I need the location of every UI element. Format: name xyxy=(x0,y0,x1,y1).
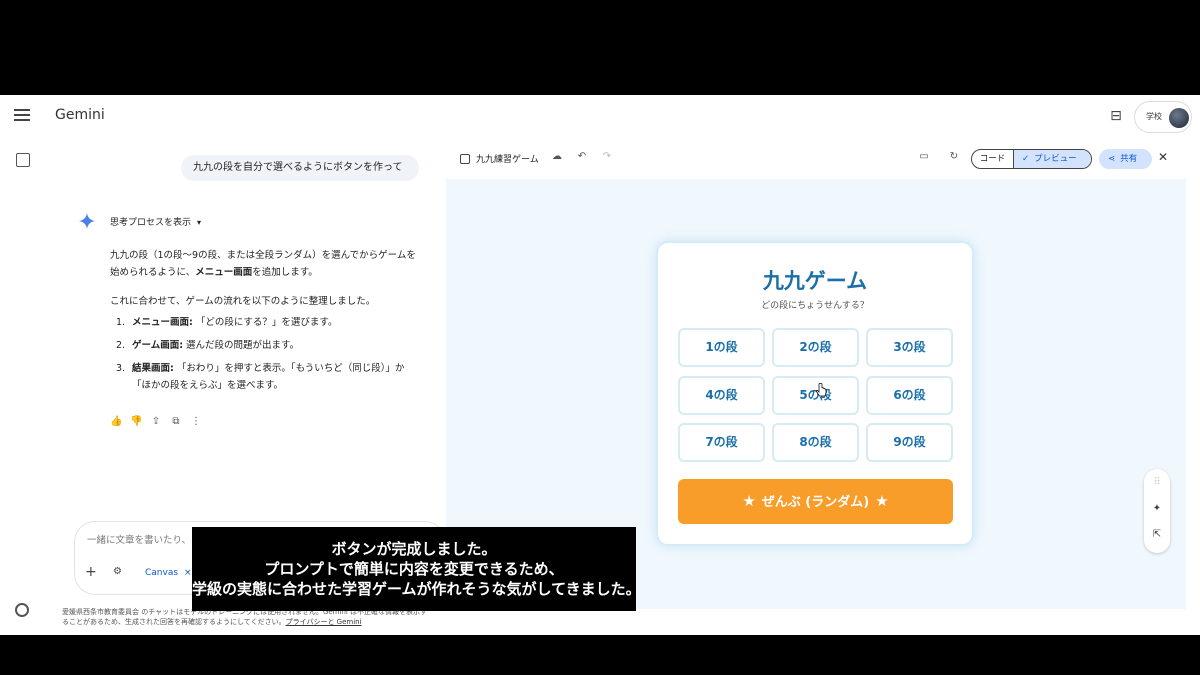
letterbox-top xyxy=(0,0,1200,95)
dan-button-2[interactable]: 2の段 xyxy=(772,328,859,367)
account-label: 学校 xyxy=(1146,112,1162,121)
document-icon xyxy=(460,154,470,164)
dan-button-7[interactable]: 7の段 xyxy=(678,423,765,462)
letterbox-bottom xyxy=(0,635,1200,675)
thumbs-down-icon[interactable]: 👎 xyxy=(130,416,142,427)
show-thinking-toggle[interactable]: 思考プロセスを表示 ▾ xyxy=(110,215,201,228)
canvas-side-tools: ⠿ ✦ ⇱ xyxy=(1144,469,1170,553)
prompt-input[interactable]: 一緒に文章を書いたり、 xyxy=(87,532,191,546)
step-text: 選んだ段の問題が出ます。 xyxy=(183,340,300,351)
console-icon[interactable]: ▭ xyxy=(917,151,931,162)
tools-icon[interactable]: ⚙ xyxy=(113,566,122,577)
select-icon[interactable]: ⇱ xyxy=(1144,529,1170,540)
preview-label: プレビュー xyxy=(1034,154,1077,164)
undo-icon[interactable]: ↶ xyxy=(575,151,589,162)
thinking-label: 思考プロセスを表示 xyxy=(110,218,192,228)
user-message: 九九の段を自分で選べるようにボタンを作って xyxy=(181,155,419,181)
menu-icon[interactable] xyxy=(14,109,30,123)
step-title: ゲーム画面: xyxy=(132,340,184,351)
dan-button-1[interactable]: 1の段 xyxy=(678,328,765,367)
step-number: 3. xyxy=(116,363,126,374)
dan-button-6[interactable]: 6の段 xyxy=(866,376,953,415)
cloud-icon[interactable]: ☁ xyxy=(550,151,564,162)
subtitle-line-2: プロンプトで簡単に内容を変更できるため、 xyxy=(264,560,564,578)
dan-button-9[interactable]: 9の段 xyxy=(866,423,953,462)
canvas-chip-label: Canvas xyxy=(145,568,179,578)
canvas-chip[interactable]: Canvas × xyxy=(137,564,200,582)
game-title: 九九ゲーム xyxy=(762,269,868,293)
response-bold: メニュー画面 xyxy=(195,267,253,278)
sparkle-icon[interactable]: ✦ xyxy=(1144,503,1170,514)
view-toggle: コード ✓ プレビュー xyxy=(971,149,1092,169)
check-icon: ✓ xyxy=(1022,154,1030,164)
edit-icon[interactable] xyxy=(16,153,30,167)
refresh-icon[interactable]: ↻ xyxy=(947,151,961,162)
temporary-chat-icon[interactable]: ⊟ xyxy=(1107,107,1125,125)
game-subtitle: どの段にちょうせんする？ xyxy=(761,301,869,311)
share-label: 共有 xyxy=(1120,154,1138,164)
response-text: を追加します。 xyxy=(252,267,318,278)
star-icon: ★ xyxy=(742,492,756,510)
step-number: 1. xyxy=(116,317,126,328)
code-tab[interactable]: コード xyxy=(972,150,1014,168)
response-step-list: 1. メニュー画面: 「どの段にする？」を選びます。 2. ゲーム画面: 選んだ段の… xyxy=(110,314,420,400)
grid-icon[interactable]: ⠿ xyxy=(1144,477,1170,488)
step-title: メニュー画面: xyxy=(132,317,193,328)
hand-cursor-icon xyxy=(815,383,827,397)
random-button[interactable]: ★ ぜんぶ (ランダム) ★ xyxy=(678,479,953,524)
top-bar: Gemini ⊟ 学校 xyxy=(0,95,1200,139)
close-icon[interactable]: × xyxy=(184,568,192,578)
video-subtitle: ボタンが完成しました。 プロンプトで簡単に内容を変更できるため、 学級の実態に合… xyxy=(192,527,641,611)
share-icon[interactable]: ⇪ xyxy=(150,416,162,427)
share-icon: ⋖ xyxy=(1108,154,1116,164)
step-text: 「どの段にする？」を選びます。 xyxy=(192,317,338,328)
close-icon[interactable]: ✕ xyxy=(1158,150,1168,164)
dan-button-8[interactable]: 8の段 xyxy=(772,423,859,462)
gear-icon[interactable] xyxy=(15,603,29,617)
step-number: 2. xyxy=(116,340,126,351)
subtitle-line-3: 学級の実態に合わせた学習ゲームが作れそうな気がしてきました。 xyxy=(192,580,641,598)
gemini-spark-icon xyxy=(79,213,95,229)
step-text: 「おわり」を押すと表示。「もういちど（同じ段）」か「ほかの段をえらぶ」を選べます… xyxy=(132,363,405,391)
dan-button-4[interactable]: 4の段 xyxy=(678,376,765,415)
app-title: Gemini xyxy=(55,107,105,123)
response-paragraph-1: 九九の段（1の段〜9の段、または全段ランダム）を選んでからゲームを始められるよう… xyxy=(110,247,420,281)
response-actions: 👍 👎 ⇪ ⧉ ⋮ xyxy=(110,409,210,427)
more-options-icon[interactable]: ⋮ xyxy=(190,416,202,427)
step-title: 結果画面: xyxy=(132,363,174,374)
canvas-header: 九九練習ゲーム ☁ ↶ ↷ ▭ ↻ コード ✓ プレビュー ⋖ 共有 ✕ xyxy=(446,139,1186,179)
dan-button-3[interactable]: 3の段 xyxy=(866,328,953,367)
chevron-down-icon: ▾ xyxy=(197,218,202,227)
step-item: 2. ゲーム画面: 選んだ段の問題が出ます。 xyxy=(110,337,420,354)
redo-icon[interactable]: ↷ xyxy=(600,151,614,162)
avatar[interactable] xyxy=(1169,108,1189,128)
thumbs-up-icon[interactable]: 👍 xyxy=(110,416,122,427)
response-paragraph-2: これに合わせて、ゲームの流れを以下のように整理しました。 xyxy=(110,296,376,307)
share-button[interactable]: ⋖ 共有 xyxy=(1099,149,1152,169)
copy-icon[interactable]: ⧉ xyxy=(170,416,182,427)
preview-tab[interactable]: ✓ プレビュー xyxy=(1014,150,1091,168)
step-item: 1. メニュー画面: 「どの段にする？」を選びます。 xyxy=(110,314,420,331)
step-item: 3. 結果画面: 「おわり」を押すと表示。「もういちど（同じ段）」か「ほかの段をえ… xyxy=(110,360,420,394)
canvas-title: 九九練習ゲーム xyxy=(476,155,539,165)
account-chip[interactable]: 学校 xyxy=(1134,101,1192,133)
star-icon: ★ xyxy=(875,492,889,510)
privacy-link[interactable]: プライバシーと Gemini xyxy=(286,618,362,626)
subtitle-line-1: ボタンが完成しました。 xyxy=(331,540,497,558)
add-icon[interactable]: + xyxy=(85,564,97,580)
random-label: ぜんぶ (ランダム) xyxy=(761,495,870,510)
